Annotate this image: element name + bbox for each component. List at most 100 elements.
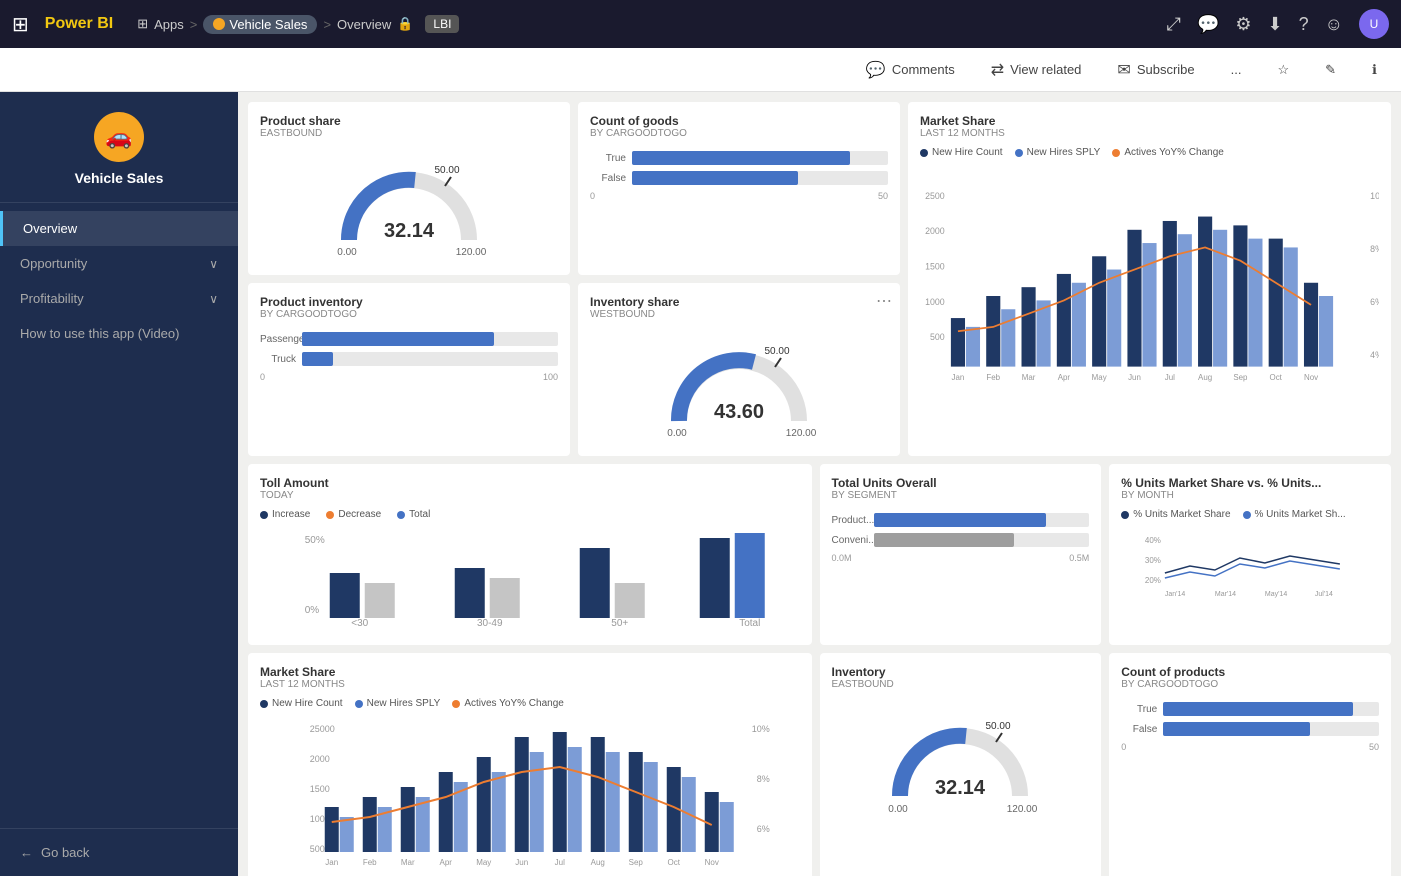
inventory-share-card[interactable]: ⋯ Inventory share WESTBOUND 43.60 0.00 1… xyxy=(578,283,900,456)
decrease-dot xyxy=(326,511,334,519)
product-share-subtitle: EASTBOUND xyxy=(260,128,558,139)
bottom-legend-3: Actives YoY% Change xyxy=(452,698,564,709)
market-share-bottom-card[interactable]: Market Share LAST 12 MONTHS New Hire Cou… xyxy=(248,653,812,876)
units-market-share-card[interactable]: % Units Market Share vs. % Units... BY M… xyxy=(1109,464,1391,645)
total-units-chart: Product... Conveni... 0.0M 0.5M xyxy=(832,509,1090,567)
sidebar-app-title: Vehicle Sales xyxy=(75,170,164,186)
true-bar-track xyxy=(632,151,888,165)
edit-button[interactable]: ✎ xyxy=(1317,58,1344,82)
go-back-button[interactable]: ← Go back xyxy=(20,845,218,860)
product-inventory-card[interactable]: Product inventory BY CARGOODTOGO Passeng… xyxy=(248,283,570,456)
conveni-label: Conveni... xyxy=(832,535,868,546)
svg-text:1500: 1500 xyxy=(925,262,945,272)
inventory-share-title: Inventory share xyxy=(590,295,888,309)
sidebar-item-opportunity[interactable]: Opportunity ∨ xyxy=(0,246,238,281)
inventory-eastbound-subtitle: EASTBOUND xyxy=(832,679,1090,690)
market-share-legend: New Hire Count New Hires SPLY Actives Yo… xyxy=(920,147,1379,158)
inventory-share-subtitle: WESTBOUND xyxy=(590,309,888,320)
svg-text:50%: 50% xyxy=(305,535,325,546)
vehicle-sales-breadcrumb[interactable]: Vehicle Sales xyxy=(203,15,317,34)
subscribe-button[interactable]: ✉ Subscribe xyxy=(1109,56,1202,84)
svg-text:50.00: 50.00 xyxy=(434,165,459,176)
svg-text:0.00: 0.00 xyxy=(337,247,357,258)
chevron-icon: ∨ xyxy=(209,257,218,271)
truck-fill xyxy=(302,352,333,366)
market-share-card[interactable]: Market Share LAST 12 MONTHS New Hire Cou… xyxy=(908,102,1391,456)
info-button[interactable]: ℹ xyxy=(1364,58,1385,82)
svg-text:Sep: Sep xyxy=(629,858,644,867)
product-inventory-chart: Passenger Truck 0 100 xyxy=(260,328,558,386)
overview-breadcrumb[interactable]: Overview xyxy=(337,17,391,32)
count-of-goods-title: Count of goods xyxy=(590,114,888,128)
product-inventory-axis: 0 100 xyxy=(260,372,558,382)
download-icon[interactable]: ⬇ xyxy=(1268,14,1283,35)
count-of-goods-card[interactable]: Count of goods BY CARGOODTOGO True False… xyxy=(578,102,900,275)
bookmark-button[interactable]: ☆ xyxy=(1269,58,1297,82)
svg-text:May'14: May'14 xyxy=(1265,591,1287,598)
comment-icon[interactable]: 💬 xyxy=(1197,14,1219,35)
subscribe-icon: ✉ xyxy=(1117,60,1130,80)
inventory-eastbound-card[interactable]: Inventory EASTBOUND 32.14 0.00 120.00 50… xyxy=(820,653,1102,876)
conveni-row: Conveni... xyxy=(832,533,1090,547)
lock-icon: 🔒 xyxy=(397,16,413,32)
bottom-legend-1: New Hire Count xyxy=(260,698,343,709)
svg-text:43.60: 43.60 xyxy=(714,401,764,423)
count-of-products-card[interactable]: Count of products BY CARGOODTOGO True Fa… xyxy=(1109,653,1391,876)
count-false-fill xyxy=(1163,722,1310,736)
svg-text:2000: 2000 xyxy=(310,754,330,764)
more-button[interactable]: ... xyxy=(1223,58,1250,81)
bottom-dot-2 xyxy=(355,700,363,708)
svg-text:50.00: 50.00 xyxy=(986,721,1011,732)
middle-section: Toll Amount TODAY Increase Decrease Tota… xyxy=(248,464,1391,645)
avatar[interactable]: U xyxy=(1359,9,1389,39)
units-legend-2: % Units Market Sh... xyxy=(1243,509,1346,520)
lbi-badge[interactable]: LBI xyxy=(425,15,459,33)
sidebar-logo-area: 🚗 Vehicle Sales xyxy=(0,92,238,203)
svg-text:Apr: Apr xyxy=(1058,373,1071,382)
svg-text:Nov: Nov xyxy=(705,858,719,867)
conveni-fill xyxy=(874,533,1014,547)
units-market-legend: % Units Market Share % Units Market Sh..… xyxy=(1121,509,1379,520)
help-icon[interactable]: ? xyxy=(1299,14,1309,35)
feedback-icon[interactable]: ☺ xyxy=(1325,14,1343,35)
top-navigation: ⊞ Power BI ⊞ Apps > Vehicle Sales > Over… xyxy=(0,0,1401,48)
svg-text:Nov: Nov xyxy=(1304,373,1318,382)
view-related-icon: ⇄ xyxy=(991,60,1004,80)
svg-text:50.00: 50.00 xyxy=(764,346,789,357)
comments-button[interactable]: 💬 Comments xyxy=(858,56,963,84)
settings-icon[interactable]: ⚙ xyxy=(1235,14,1251,35)
svg-text:May: May xyxy=(1092,373,1107,382)
toll-amount-card[interactable]: Toll Amount TODAY Increase Decrease Tota… xyxy=(248,464,812,645)
sidebar-item-profitability[interactable]: Profitability ∨ xyxy=(0,281,238,316)
passenger-label: Passenger xyxy=(260,334,296,345)
svg-text:Oct: Oct xyxy=(1270,373,1283,382)
expand-icon[interactable]: ⤢ xyxy=(1167,14,1181,35)
product-share-title: Product share xyxy=(260,114,558,128)
product-track xyxy=(874,513,1090,527)
toll-amount-title: Toll Amount xyxy=(260,476,800,490)
card-menu-button[interactable]: ⋯ xyxy=(876,291,892,311)
legend-dot-3 xyxy=(1112,149,1120,157)
product-share-card[interactable]: Product share EASTBOUND 32.14 0.00 120.0… xyxy=(248,102,570,275)
svg-text:Jul: Jul xyxy=(555,858,565,867)
sidebar-item-howto[interactable]: How to use this app (Video) xyxy=(0,316,238,351)
product-row: Product... xyxy=(832,513,1090,527)
svg-text:20%: 20% xyxy=(1145,576,1161,585)
svg-text:Sep: Sep xyxy=(1233,373,1248,382)
svg-text:May: May xyxy=(476,858,491,867)
bottom-legend-2: New Hires SPLY xyxy=(355,698,441,709)
total-units-card[interactable]: Total Units Overall BY SEGMENT Product..… xyxy=(820,464,1102,645)
waffle-icon[interactable]: ⊞ xyxy=(12,12,29,37)
market-share-svg: 2500 2000 1500 1000 500 10% 8% 6% 4% xyxy=(920,166,1379,426)
count-of-products-title: Count of products xyxy=(1121,665,1379,679)
sidebar-item-overview[interactable]: Overview xyxy=(0,211,238,246)
view-related-button[interactable]: ⇄ View related xyxy=(983,56,1090,84)
svg-text:Total: Total xyxy=(739,618,760,628)
legend-dot-2 xyxy=(1015,149,1023,157)
svg-text:Jul'14: Jul'14 xyxy=(1315,591,1333,598)
inventory-share-svg: 43.60 0.00 120.00 50.00 xyxy=(659,336,819,436)
apps-label[interactable]: Apps xyxy=(154,17,184,32)
inventory-eastbound-gauge: 32.14 0.00 120.00 50.00 xyxy=(832,698,1090,824)
svg-text:<30: <30 xyxy=(351,618,368,628)
product-label: Product... xyxy=(832,515,868,526)
